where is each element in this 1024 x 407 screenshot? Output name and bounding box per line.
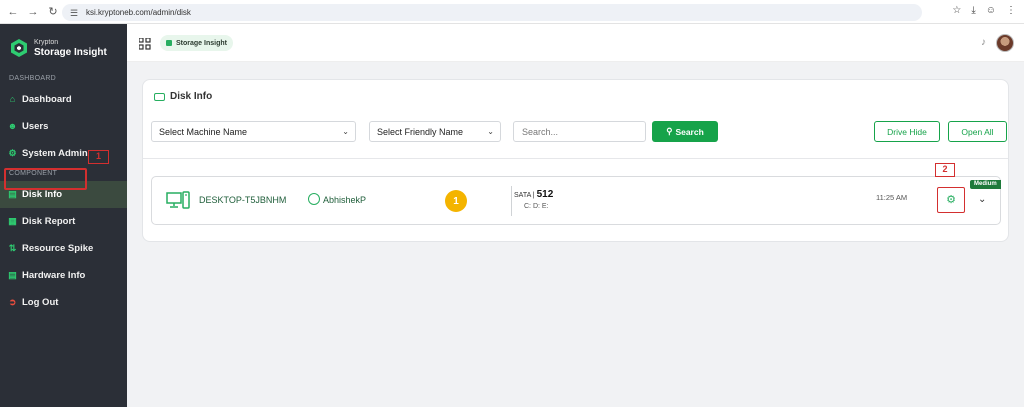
drive-letters: C: D: E: [524, 203, 549, 210]
search-button-label: Search [675, 126, 704, 137]
row-time: 11:25 AM [876, 193, 908, 202]
report-icon: ▦ [8, 216, 17, 226]
card-title-text: Disk Info [170, 91, 213, 102]
user-circle-icon [308, 193, 320, 205]
desktop-computer-icon [166, 191, 190, 209]
chip-label: Storage Insight [176, 39, 227, 47]
search-icon: ⚲ [666, 126, 673, 136]
drive-hide-button[interactable]: Drive Hide [874, 121, 940, 142]
sidebar-item-disk-report[interactable]: ▦ Disk Report [0, 208, 127, 235]
expand-chevron-icon[interactable]: ⌄ [978, 194, 986, 205]
chevron-down-icon: ⌄ [342, 127, 349, 136]
address-bar[interactable]: ☰ ksi.kryptoneb.com/admin/disk [62, 4, 922, 21]
hardware-icon: ▤ [8, 270, 17, 280]
sidebar-item-users[interactable]: ☻ Users [0, 113, 127, 140]
friendly-name-select-value: Select Friendly Name [377, 126, 464, 137]
card-title: Disk Info [154, 91, 212, 102]
open-all-label: Open All [961, 126, 994, 137]
chip-dot-icon [166, 40, 172, 46]
bell-icon[interactable]: ♪ [981, 37, 986, 48]
sidebar-item-log-out[interactable]: ➲ Log Out [0, 289, 127, 316]
sidebar-item-dashboard[interactable]: ⌂ Dashboard [0, 86, 127, 113]
sidebar-item-label: Hardware Info [22, 270, 86, 281]
logout-icon: ➲ [8, 297, 17, 307]
menu-kebab-icon[interactable]: ⋮ [1006, 5, 1016, 16]
storage-insight-chip[interactable]: Storage Insight [160, 35, 233, 51]
browser-toolbar: ← → ↻ ☰ ksi.kryptoneb.com/admin/disk ☆ ⤓… [0, 0, 1024, 24]
disk-interface: SATA | 512 [514, 189, 554, 200]
reload-icon[interactable]: ↻ [46, 5, 60, 19]
sidebar-item-hardware-info[interactable]: ▤ Hardware Info [0, 262, 127, 289]
disk-count-badge: 1 [445, 190, 467, 212]
search-input[interactable]: Search... [513, 121, 646, 142]
profile-icon[interactable]: ☺ [986, 5, 996, 16]
sidebar-item-label: Users [22, 121, 49, 132]
gear-icon: ⚙ [8, 148, 17, 158]
chevron-down-icon: ⌄ [487, 127, 494, 136]
bookmark-star-icon[interactable]: ☆ [952, 5, 961, 16]
machine-name-select[interactable]: Select Machine Name ⌄ [151, 121, 356, 142]
home-icon: ⌂ [9, 94, 16, 104]
sidebar-item-label: Log Out [22, 297, 59, 308]
annotation-marker-1: 1 [88, 150, 109, 164]
search-button[interactable]: ⚲ Search [652, 121, 718, 142]
user-name: AbhishekP [323, 195, 367, 205]
download-icon[interactable]: ⤓ [971, 5, 975, 16]
sidebar-item-label: Disk Info [22, 189, 63, 200]
sidebar-item-label: System Admin [22, 148, 88, 159]
site-info-icon[interactable]: ☰ [70, 8, 80, 18]
back-icon[interactable]: ← [6, 5, 20, 19]
section-dashboard-label: DASHBOARD [9, 75, 57, 82]
brand-small-text: Krypton [34, 38, 59, 46]
severity-badge: Medium [970, 180, 1001, 189]
user-icon: ☻ [7, 121, 18, 131]
avatar[interactable] [996, 34, 1014, 52]
disk-size: 512 [536, 189, 554, 200]
apps-grid-icon[interactable] [139, 38, 151, 50]
drive-hide-label: Drive Hide [887, 126, 927, 137]
brand-big-text: Storage Insight [34, 46, 107, 58]
search-placeholder: Search... [522, 126, 559, 137]
disk-info-card: Disk Info Select Machine Name ⌄ Select F… [142, 79, 1009, 242]
card-divider [143, 158, 1008, 159]
friendly-name-select[interactable]: Select Friendly Name ⌄ [369, 121, 501, 142]
hard-drive-icon [154, 92, 165, 101]
sidebar-item-resource-spike[interactable]: ⇅ Resource Spike [0, 235, 127, 262]
annotation-box-1 [4, 168, 87, 190]
sidebar: Krypton Storage Insight DASHBOARD ⌂ Dash… [0, 24, 127, 407]
disk-row[interactable]: DESKTOP-T5JBNHM AbhishekP 1 SATA | 512 C… [151, 176, 1001, 225]
top-bar: Storage Insight ♪ [127, 24, 1024, 62]
brand[interactable]: Krypton Storage Insight [0, 24, 127, 72]
machine-name-select-value: Select Machine Name [159, 126, 248, 137]
interface-type: SATA [514, 192, 531, 199]
row-separator [511, 186, 512, 216]
forward-icon[interactable]: → [26, 5, 40, 19]
open-all-button[interactable]: Open All [948, 121, 1007, 142]
gear-icon: ⚙ [946, 193, 956, 206]
annotation-marker-2: 2 [935, 163, 955, 177]
row-settings-button[interactable]: ⚙ [937, 187, 965, 213]
sidebar-item-label: Resource Spike [22, 243, 94, 254]
sidebar-item-label: Disk Report [22, 216, 76, 227]
krypton-logo-icon [11, 39, 27, 57]
main-content: Disk Info Select Machine Name ⌄ Select F… [127, 62, 1024, 407]
disk-icon: ▤ [8, 189, 17, 199]
spike-icon: ⇅ [8, 243, 17, 253]
address-url: ksi.kryptoneb.com/admin/disk [86, 8, 191, 17]
sidebar-item-label: Dashboard [22, 94, 72, 105]
machine-name: DESKTOP-T5JBNHM [199, 195, 287, 205]
